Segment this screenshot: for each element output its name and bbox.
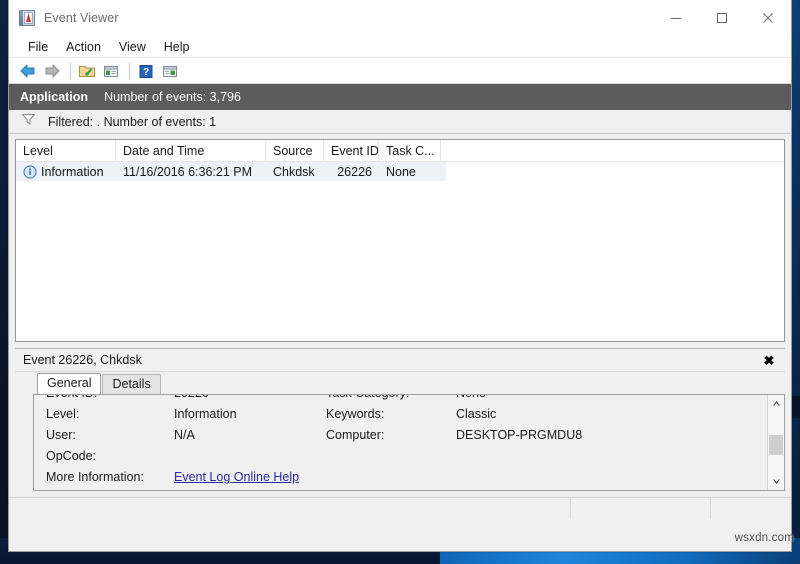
open-saved-log-icon[interactable] [76,60,98,82]
menu-item-view[interactable]: View [110,39,155,55]
cell-eventid: 26226 [337,164,372,179]
status-segment-3 [711,498,791,519]
filter-bar: Filtered: . Number of events: 1 [9,110,791,134]
column-header-task[interactable]: Task C... [379,140,441,161]
log-header-band: Application Number of events: 3,796 [9,84,791,110]
detail-label-opcode: OpCode: [46,448,97,463]
detail-title: Event 26226, Chkdsk [23,353,142,367]
title-bar: Event Viewer [9,0,791,36]
maximize-button[interactable] [699,0,745,36]
event-detail-pane: Event 26226, Chkdsk ✖ General Details Ev… [15,348,785,491]
menu-item-help[interactable]: Help [155,39,199,55]
desktop: Event Viewer File Action View Help ? App… [0,0,800,564]
detail-label-more-information: More Information: [46,469,144,484]
properties-icon[interactable] [100,60,122,82]
detail-value-task-category: None [456,395,486,400]
detail-label-eventid: Event ID: [46,395,174,400]
svg-text:?: ? [143,67,149,78]
detail-body-wrap: Event ID: 26226 Task Category: None Leve… [33,394,785,491]
minimize-button[interactable] [653,0,699,36]
cell-date: 11/16/2016 6:36:21 PM [123,164,253,179]
cell-source: Chkdsk [273,164,315,179]
events-list: Level Date and Time Source Event ID Task… [15,139,785,342]
detail-value-user: N/A [174,427,195,442]
detail-row-level: Level: Information Keywords: Classic [46,403,767,424]
tab-details[interactable]: Details [102,374,161,394]
table-row[interactable]: Information 11/16/2016 6:36:21 PM Chkdsk… [16,162,446,181]
detail-label-level: Level: [46,406,80,421]
cell-task: None [386,164,416,179]
column-header-eventid[interactable]: Event ID [324,140,379,161]
column-header-level[interactable]: Level [16,140,116,161]
detail-row-more-information: More Information: Event Log Online Help [46,466,767,487]
show-hide-console-tree-icon[interactable] [159,60,181,82]
detail-field-grid: Event ID: 26226 Task Category: None Leve… [46,395,767,487]
status-segment-2 [571,498,711,519]
detail-row-opcode: OpCode: [46,445,767,466]
forward-arrow-icon[interactable] [41,60,63,82]
detail-label-computer: Computer: [326,427,385,442]
detail-row-user: User: N/A Computer: DESKTOP-PRGMDU8 [46,424,767,445]
detail-row-eventid: Event ID: 26226 Task Category: None [46,395,767,403]
detail-value-eventid: 26226 [174,395,326,400]
filter-status-text: Filtered: . Number of events: 1 [48,114,217,129]
toolbar-separator-2 [129,62,130,79]
detail-value-level: Information [174,406,237,421]
scroll-up-icon[interactable] [768,395,784,412]
event-log-online-help-link[interactable]: Event Log Online Help [174,470,299,484]
close-button[interactable] [745,0,791,36]
tab-general[interactable]: General [37,373,102,394]
scroll-down-icon[interactable] [768,473,784,490]
information-icon [23,164,37,179]
menu-item-action[interactable]: Action [57,39,110,55]
back-arrow-icon[interactable] [17,60,39,82]
close-icon[interactable]: ✖ [759,351,779,371]
detail-tabs: General Details [15,372,785,394]
toolbar: ? [9,58,791,84]
status-bar [9,497,791,519]
event-viewer-icon [19,10,35,26]
detail-label-keywords: Keywords: [326,406,385,421]
cell-level-text: Information [41,164,104,179]
log-name: Application [20,90,89,104]
status-segment-1 [9,498,571,519]
watermark: wsxdn.com [734,532,794,544]
column-header-date[interactable]: Date and Time [116,140,266,161]
help-icon[interactable]: ? [135,60,157,82]
detail-header: Event 26226, Chkdsk ✖ [15,348,785,372]
menu-item-file[interactable]: File [19,39,57,55]
window-title: Event Viewer [44,11,119,25]
log-event-count: Number of events: 3,796 [104,90,241,104]
toolbar-separator [70,62,71,79]
detail-label-user: User: [46,427,76,442]
detail-scrollbar[interactable] [767,395,784,490]
events-list-header: Level Date and Time Source Event ID Task… [16,140,784,162]
detail-value-keywords: Classic [456,406,497,421]
cell-level: Information [16,165,116,179]
scrollbar-track[interactable] [768,412,784,473]
event-viewer-window: Event Viewer File Action View Help ? App… [8,0,792,552]
window-controls [653,0,791,36]
detail-value-computer: DESKTOP-PRGMDU8 [456,427,583,442]
filter-funnel-icon [21,112,36,131]
column-header-source[interactable]: Source [266,140,324,161]
scrollbar-thumb[interactable] [769,435,783,455]
menu-bar: File Action View Help [9,36,791,58]
detail-body: Event ID: 26226 Task Category: None Leve… [34,395,767,490]
detail-label-task-category: Task Category: [326,395,456,400]
